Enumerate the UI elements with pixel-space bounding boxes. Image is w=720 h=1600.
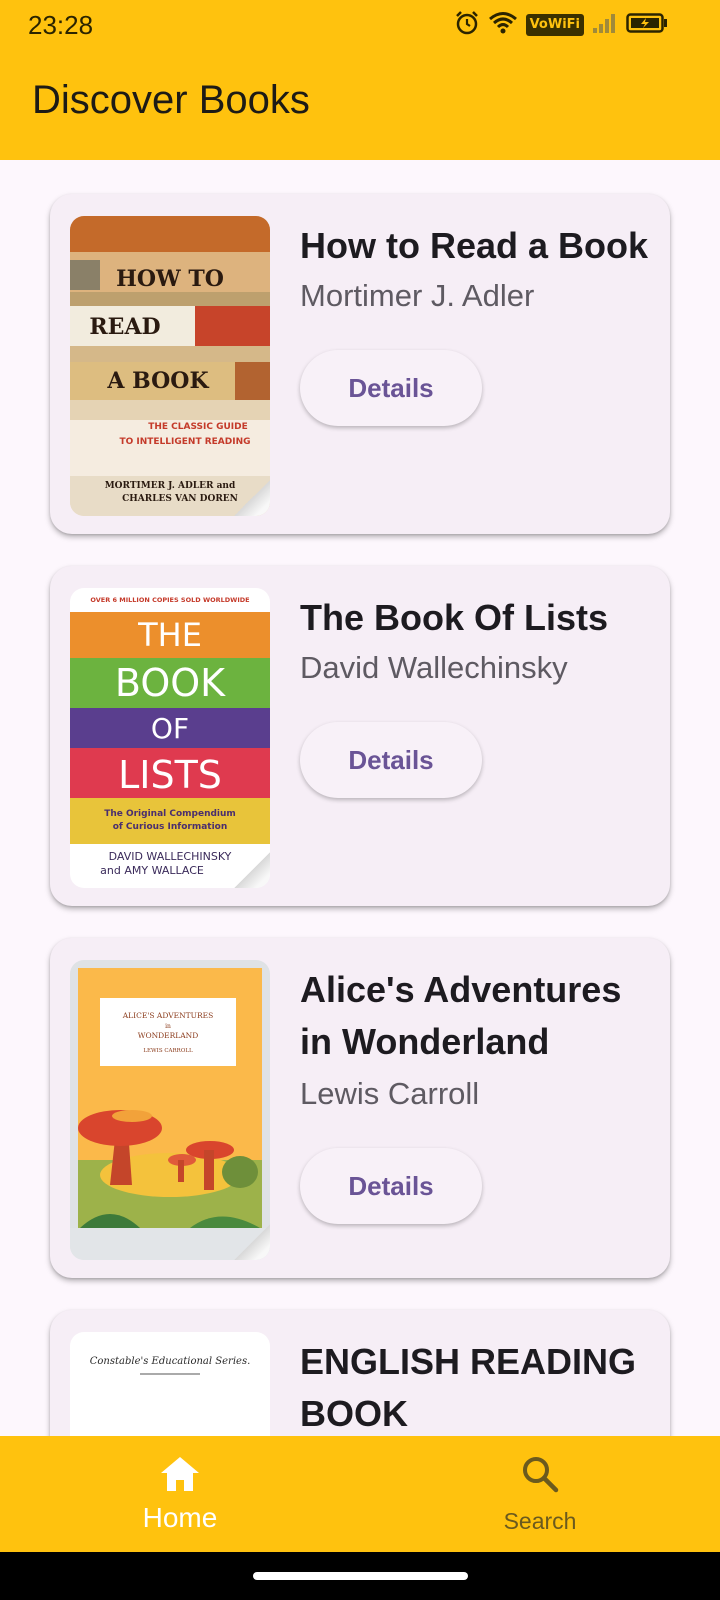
- battery-charging-icon: [626, 12, 668, 39]
- cover-text: The Original Compendium: [104, 809, 236, 819]
- page-title: Discover Books: [32, 78, 310, 122]
- details-button[interactable]: Details: [300, 1148, 482, 1224]
- vowifi-badge: VoWiFi: [525, 14, 584, 36]
- nav-item-search[interactable]: Search: [360, 1436, 720, 1552]
- book-author: David Wallechinsky: [300, 650, 568, 685]
- book-author: Lewis Carroll: [300, 1076, 480, 1111]
- book-title: How to Read a Book: [300, 225, 649, 266]
- book-card[interactable]: OVER 6 MILLION COPIES SOLD WORLDWIDE THE…: [50, 566, 670, 906]
- book-title: The Book Of Lists: [300, 597, 609, 638]
- cover-text: CHARLES VAN DOREN: [122, 494, 238, 504]
- details-button[interactable]: Details: [300, 722, 482, 798]
- book-list[interactable]: HOW TO READ A BOOK THE CLASSIC GUIDE TO …: [0, 160, 720, 1436]
- cover-text: THE CLASSIC GUIDE: [148, 422, 248, 432]
- cover-text: HOW TO: [116, 266, 224, 292]
- cover-text: A BOOK: [106, 368, 209, 394]
- cover-text: WONDERLAND: [138, 1031, 199, 1040]
- signal-icon: [592, 12, 618, 39]
- system-navigation-bar: [0, 1552, 720, 1600]
- book-title: ENGLISH READING BOOK: [300, 1341, 637, 1434]
- cover-text: THE: [137, 616, 202, 654]
- book-cover: HOW TO READ A BOOK THE CLASSIC GUIDE TO …: [70, 216, 270, 516]
- cover-text: and AMY WALLACE: [100, 864, 204, 877]
- page-curl: [234, 1224, 270, 1260]
- cover-text: LEWIS CARROLL: [143, 1048, 193, 1054]
- cover-text: DAVID WALLECHINSKY: [109, 850, 232, 863]
- cover-text: READ: [89, 314, 160, 340]
- page-curl: [234, 852, 270, 888]
- book-card[interactable]: HOW TO READ A BOOK THE CLASSIC GUIDE TO …: [50, 194, 670, 534]
- book-title: Alice's Adventures in Wonderland: [300, 969, 622, 1062]
- status-icons: VoWiFi: [454, 10, 668, 41]
- top-app-bar: 23:28 VoWiFi Discover Books: [0, 0, 720, 160]
- home-icon: [158, 1452, 202, 1496]
- status-bar: 23:28 VoWiFi: [0, 0, 720, 50]
- status-time: 23:28: [28, 10, 94, 40]
- nav-label-search: Search: [503, 1508, 577, 1534]
- search-icon: [518, 1452, 562, 1496]
- home-gesture-pill[interactable]: [253, 1572, 468, 1580]
- wifi-icon: [488, 11, 518, 40]
- book-cover: ALICE'S ADVENTURES in WONDERLAND LEWIS C…: [70, 960, 270, 1260]
- cover-text: TO INTELLIGENT READING: [119, 437, 250, 447]
- cover-text: Constable's Educational Series.: [90, 1356, 251, 1367]
- cover-text: OVER 6 MILLION COPIES SOLD WORLDWIDE: [90, 596, 249, 604]
- cover-text: OF: [151, 712, 189, 745]
- cover-text: LISTS: [118, 753, 222, 797]
- book-card[interactable]: ALICE'S ADVENTURES in WONDERLAND LEWIS C…: [50, 938, 670, 1278]
- cover-text: ALICE'S ADVENTURES: [122, 1011, 214, 1020]
- cover-text: BOOK: [115, 661, 226, 705]
- nav-item-home[interactable]: Home: [0, 1436, 360, 1552]
- cover-text: of Curious Information: [113, 822, 228, 832]
- bottom-navigation: Home Search: [0, 1436, 720, 1552]
- alarm-icon: [454, 10, 480, 41]
- page-curl: [234, 480, 270, 516]
- book-cover: OVER 6 MILLION COPIES SOLD WORLDWIDE THE…: [70, 588, 270, 888]
- cover-text: in: [165, 1023, 171, 1030]
- nav-label-home: Home: [142, 1502, 218, 1533]
- cover-text: MORTIMER J. ADLER and: [105, 481, 236, 491]
- book-cover: Constable's Educational Series.: [70, 1332, 270, 1436]
- book-author: Mortimer J. Adler: [300, 278, 535, 313]
- details-button[interactable]: Details: [300, 350, 482, 426]
- book-card[interactable]: Constable's Educational Series. ENGLISH …: [50, 1310, 670, 1436]
